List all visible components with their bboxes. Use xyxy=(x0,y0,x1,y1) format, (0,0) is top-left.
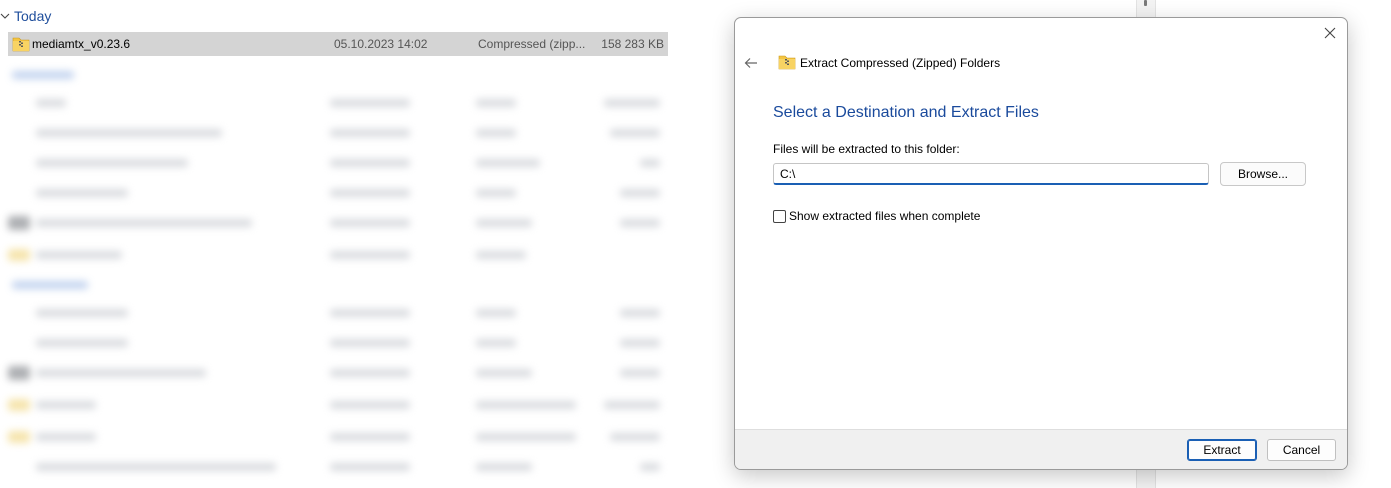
zipped-folder-icon xyxy=(778,54,796,70)
browse-button[interactable]: Browse... xyxy=(1220,162,1306,186)
extract-dialog: Extract Compressed (Zipped) Folders Sele… xyxy=(734,17,1348,470)
show-extracted-files-checkbox[interactable] xyxy=(773,209,786,223)
file-date-modified: 05.10.2023 14:02 xyxy=(334,37,428,51)
dialog-nav-row: Extract Compressed (Zipped) Folders xyxy=(743,54,1000,72)
show-extracted-files-option[interactable]: Show extracted files when complete xyxy=(773,209,980,223)
group-header-today[interactable]: Today xyxy=(0,6,51,26)
file-name: mediamtx_v0.23.6 xyxy=(32,37,131,51)
close-button[interactable] xyxy=(1319,22,1341,44)
group-header-label: Today xyxy=(14,8,52,24)
back-button[interactable] xyxy=(743,55,759,71)
dialog-title: Extract Compressed (Zipped) Folders xyxy=(800,56,1001,70)
arrow-left-icon xyxy=(744,58,757,68)
destination-label: Files will be extracted to this folder: xyxy=(773,142,960,156)
close-icon xyxy=(1324,27,1336,39)
show-extracted-files-label[interactable]: Show extracted files when complete xyxy=(789,209,980,223)
chevron-down-icon xyxy=(0,11,10,21)
file-type: Compressed (zipp... xyxy=(478,37,586,51)
file-list: Today mediamtx_v0.23.6 05.10.2023 14:02 … xyxy=(0,0,680,488)
destination-path-input[interactable] xyxy=(773,163,1209,185)
blurred-file-rows xyxy=(0,60,680,488)
scrollbar-thumb[interactable] xyxy=(1144,0,1147,6)
file-row-selected[interactable]: mediamtx_v0.23.6 05.10.2023 14:02 Compre… xyxy=(8,32,668,56)
dialog-heading: Select a Destination and Extract Files xyxy=(773,104,1039,121)
screen: Today mediamtx_v0.23.6 05.10.2023 14:02 … xyxy=(0,0,1391,488)
extract-button[interactable]: Extract xyxy=(1187,439,1257,461)
dialog-footer: Extract Cancel xyxy=(735,429,1347,469)
cancel-button[interactable]: Cancel xyxy=(1267,439,1336,461)
zipped-folder-icon xyxy=(12,36,30,52)
file-size: 158 283 KB xyxy=(601,37,664,51)
